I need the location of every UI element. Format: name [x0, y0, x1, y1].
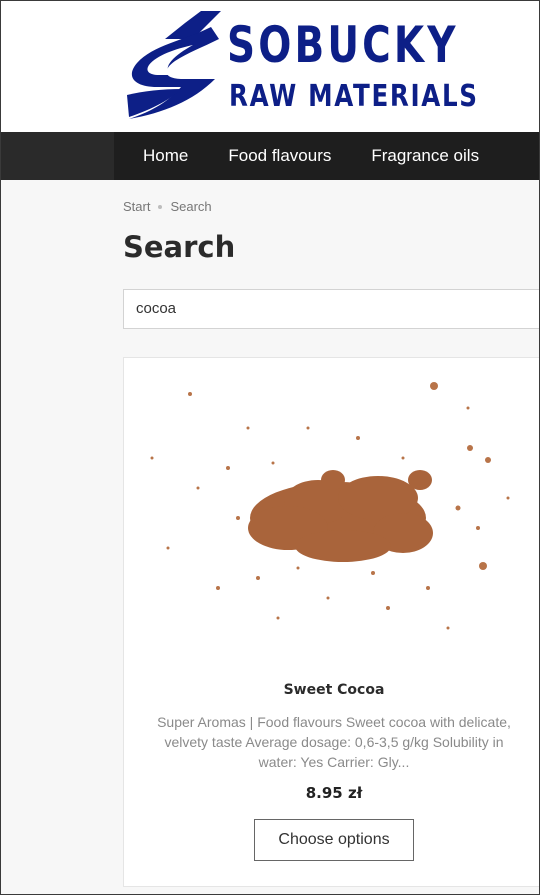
choose-options-button[interactable]: Choose options: [254, 819, 414, 861]
nav-item-food-flavours[interactable]: Food flavours: [208, 146, 351, 166]
product-description: Super Aromas | Food flavours Sweet cocoa…: [157, 714, 511, 770]
search-input[interactable]: cocoa: [123, 289, 539, 329]
nav-item-fragrance-oils[interactable]: Fragrance oils: [351, 146, 499, 166]
site-header: SOBUCKY RAW MATERIALS: [1, 1, 539, 132]
page-title: Search: [123, 230, 236, 264]
nav-item-home[interactable]: Home: [114, 146, 208, 166]
logo-brand-name: SOBUCKY: [227, 16, 459, 74]
site-logo[interactable]: SOBUCKY RAW MATERIALS: [123, 9, 477, 119]
main-content: Start Search Search cocoa Sweet Cocoa Su…: [1, 180, 539, 894]
product-image[interactable]: [128, 368, 540, 668]
product-title[interactable]: Sweet Cocoa: [124, 682, 539, 698]
product-card[interactable]: Sweet Cocoa Super Aromas | Food flavours…: [123, 357, 540, 887]
product-price: 8.95 zł: [305, 784, 363, 802]
main-navigation-bar: Home Food flavours Fragrance oils: [1, 132, 539, 180]
breadcrumb-separator: [158, 204, 163, 209]
breadcrumb: Start Search: [123, 199, 212, 214]
main-navigation: Home Food flavours Fragrance oils: [114, 132, 539, 180]
breadcrumb-start-link[interactable]: Start: [123, 199, 150, 214]
breadcrumb-current: Search: [170, 199, 212, 214]
logo-emblem-icon: [127, 11, 221, 119]
logo-tagline: RAW MATERIALS: [229, 79, 479, 114]
browser-viewport: SOBUCKY RAW MATERIALS Home Food flavours…: [0, 0, 540, 895]
